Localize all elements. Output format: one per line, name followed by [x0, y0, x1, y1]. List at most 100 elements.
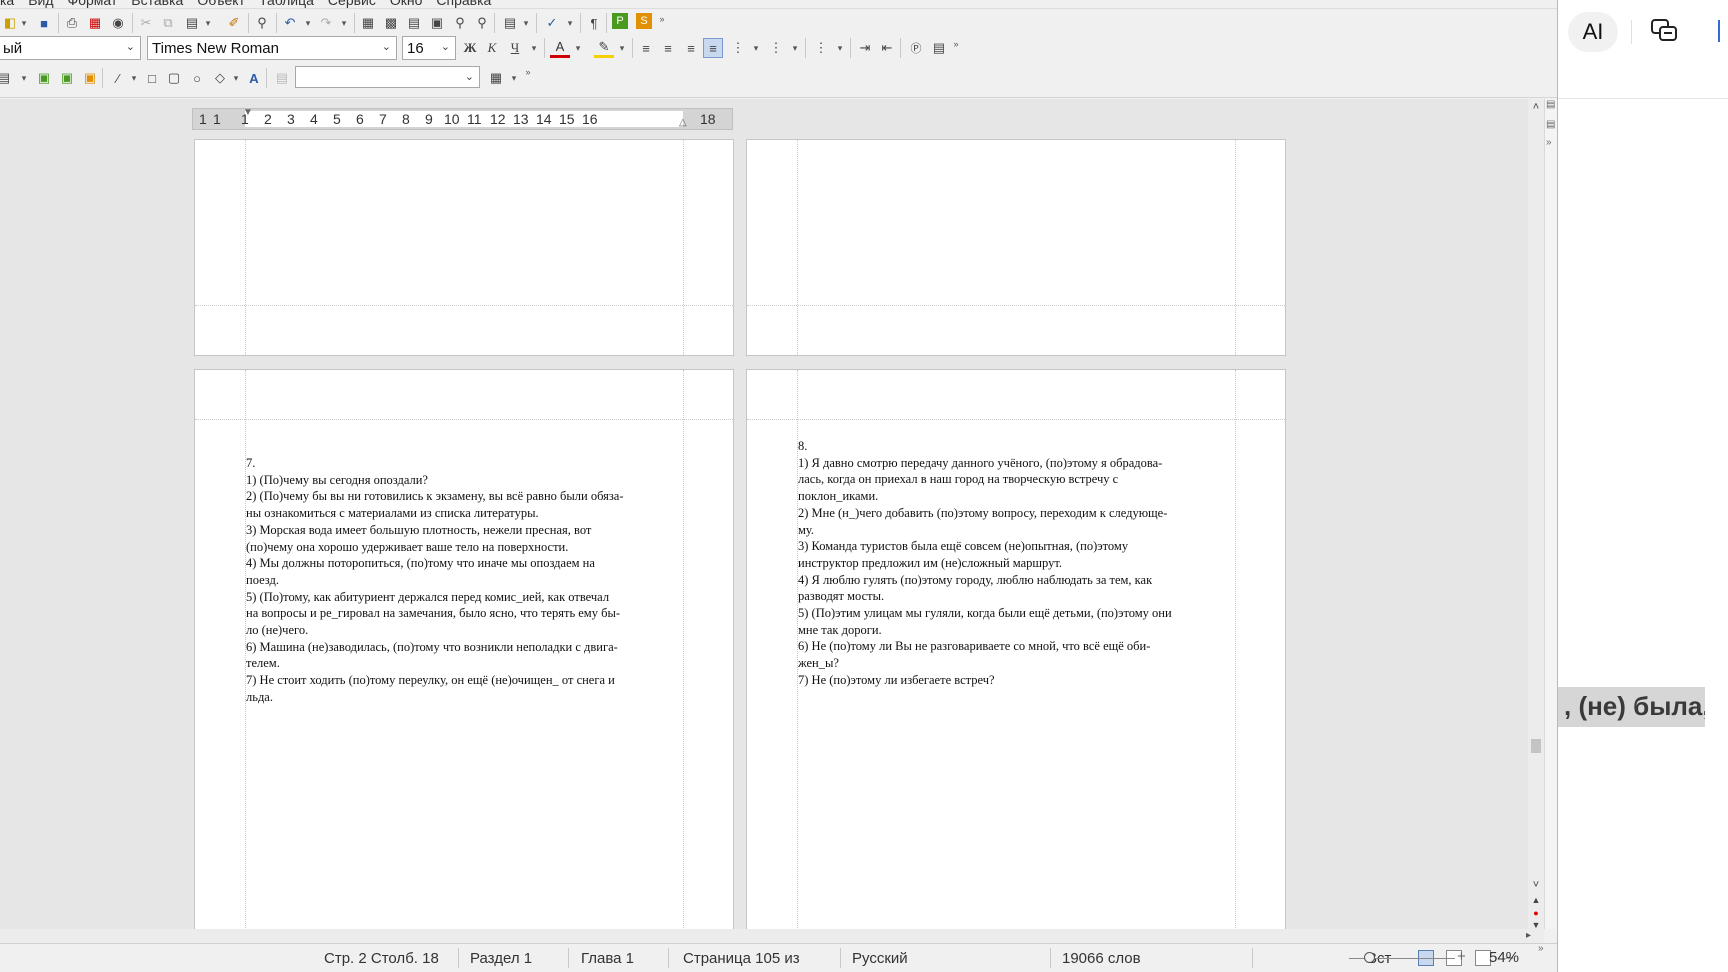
statusbar-overflow-icon[interactable]: » — [1538, 943, 1544, 954]
ellipse-icon[interactable]: ○ — [187, 68, 207, 88]
ordered-list-dropdown-arrow[interactable]: ▾ — [789, 38, 801, 58]
page-bottom-right[interactable]: 8. 1) Я давно смотрю передачу данного уч… — [746, 369, 1286, 929]
scrollbar-thumb[interactable] — [1531, 739, 1541, 753]
insert-frame-green-icon[interactable]: ▣ — [34, 68, 54, 88]
fontwork-icon[interactable]: A — [244, 68, 264, 88]
undo-icon[interactable]: ↶ — [280, 13, 300, 33]
scroll-down-icon[interactable]: ˅ — [1530, 879, 1542, 891]
zoom-in-icon[interactable]: + — [1457, 948, 1466, 965]
outline-list-icon[interactable]: ⋮ — [811, 38, 831, 58]
menu-item-edit[interactable]: ка — [0, 0, 14, 8]
zoom-icon[interactable]: ⚲ — [450, 13, 470, 33]
menu-item-view[interactable]: Вид — [28, 0, 53, 8]
menu-item-object[interactable]: Объект — [197, 0, 245, 8]
decrease-indent-icon[interactable]: ⇤ — [877, 38, 897, 58]
align-justify-icon[interactable]: ≡ — [703, 38, 723, 58]
status-language[interactable]: Русский — [852, 950, 908, 967]
zoom-page-icon[interactable]: ⚲ — [472, 13, 492, 33]
paragraph-style-combo[interactable]: ый ⌄ — [0, 36, 141, 60]
status-position[interactable]: Стр. 2 Столб. 18 — [324, 950, 439, 967]
copy-icon[interactable]: ⧉ — [158, 13, 178, 33]
redo-dropdown-arrow[interactable]: ▾ — [338, 13, 350, 33]
highlight-color-icon[interactable]: ✎ — [594, 38, 614, 58]
align-left-icon[interactable]: ≡ — [636, 38, 656, 58]
outline-dropdown-arrow[interactable]: ▾ — [834, 38, 846, 58]
page-top-left[interactable] — [194, 139, 734, 356]
right-indent-marker-icon[interactable]: △ — [679, 117, 687, 128]
sidebar-styles-icon[interactable]: ▤ — [1546, 119, 1557, 131]
undo-dropdown-arrow[interactable]: ▾ — [302, 13, 314, 33]
align-center-icon[interactable]: ≡ — [658, 38, 678, 58]
page-top-right[interactable] — [746, 139, 1286, 356]
zoom-percentage[interactable]: 54% — [1489, 949, 1519, 966]
page-body-text[interactable]: 7. 1) (По)чему вы сегодня опоздали? 2) (… — [246, 455, 683, 706]
toolbar-overflow-icon[interactable]: » — [656, 9, 668, 29]
sidebar-more-icon[interactable]: » — [1546, 137, 1557, 149]
underline-button[interactable]: Ч — [505, 38, 525, 58]
vertical-scrollbar[interactable]: ˄ ˅ ▲ ● ▼ — [1528, 99, 1544, 930]
insert-field-icon[interactable]: ▤ — [500, 13, 520, 33]
unordered-list-icon[interactable]: ⋮ — [728, 38, 748, 58]
scroll-right-icon[interactable]: ▸ — [1526, 930, 1531, 941]
bold-button[interactable]: Ж — [460, 38, 480, 58]
paragraph-dialog-icon[interactable]: ▤ — [929, 38, 949, 58]
basic-shapes-icon[interactable]: ◇ — [210, 68, 230, 88]
character-dialog-icon[interactable]: Ⓟ — [906, 38, 926, 58]
print-icon[interactable]: ⎙ — [62, 13, 82, 33]
style-name-combo[interactable]: ⌄ — [295, 66, 480, 88]
paste-icon[interactable]: ▤ — [182, 13, 202, 33]
document-canvas[interactable]: 1 1 1 2 3 4 5 6 7 8 9 10 11 12 13 14 15 … — [0, 99, 1538, 929]
toolbar-overflow-icon[interactable]: » — [950, 34, 962, 54]
insert-frame-orange-icon[interactable]: ▣ — [80, 68, 100, 88]
spellcheck-icon[interactable]: ✓ — [542, 13, 562, 33]
shapes-dropdown-arrow[interactable]: ▾ — [230, 68, 242, 88]
save-icon[interactable]: ■ — [34, 13, 54, 33]
app-icon[interactable] — [1718, 20, 1728, 42]
find-replace-icon[interactable]: ⚲ — [252, 13, 272, 33]
increase-indent-icon[interactable]: ⇥ — [855, 38, 875, 58]
cut-icon[interactable]: ✂ — [136, 13, 156, 33]
line-dropdown-arrow[interactable]: ▾ — [128, 68, 140, 88]
export-pdf-icon[interactable]: ▦ — [85, 13, 105, 33]
insert-field-dropdown-arrow[interactable]: ▾ — [520, 13, 532, 33]
chat-translate-icon[interactable] — [1650, 18, 1678, 44]
horizontal-scrollbar[interactable]: ▸ — [0, 929, 1544, 943]
page-body-text[interactable]: 8. 1) Я давно смотрю передачу данного уч… — [798, 438, 1235, 689]
plugin-s-icon[interactable]: S — [636, 13, 652, 29]
table-dropdown-arrow[interactable]: ▾ — [508, 68, 520, 88]
sidebar-properties-icon[interactable]: ▤ — [1546, 99, 1557, 111]
status-word-count[interactable]: 19066 слов — [1062, 950, 1141, 967]
zoom-slider-knob[interactable] — [1364, 952, 1375, 963]
page-bottom-left[interactable]: 7. 1) (По)чему вы сегодня опоздали? 2) (… — [194, 369, 734, 929]
font-color-icon[interactable]: A — [550, 38, 570, 58]
insert-textbox-icon[interactable]: ▣ — [427, 13, 447, 33]
insert-table-icon[interactable]: ▦ — [358, 13, 378, 33]
table-grid-icon[interactable]: ▦ — [486, 68, 506, 88]
open-dropdown-arrow[interactable]: ▾ — [18, 13, 30, 33]
horizontal-ruler[interactable]: 1 1 1 2 3 4 5 6 7 8 9 10 11 12 13 14 15 … — [192, 107, 733, 130]
font-name-combo[interactable]: Times New Roman ⌄ — [147, 36, 397, 60]
print-preview-icon[interactable]: ◉ — [108, 13, 128, 33]
toolbar-overflow-icon[interactable]: » — [522, 62, 534, 82]
draw-line-icon[interactable]: ∕ — [108, 68, 128, 88]
underline-dropdown-arrow[interactable]: ▾ — [528, 38, 540, 58]
menu-item-table[interactable]: Таблица — [259, 0, 314, 8]
formatting-marks-icon[interactable]: ¶ — [584, 13, 604, 33]
menu-item-insert[interactable]: Вставка — [131, 0, 183, 8]
plugin-p-icon[interactable]: P — [612, 13, 628, 29]
insert-frame-chart-icon[interactable]: ▣ — [57, 68, 77, 88]
highlight-dropdown-arrow[interactable]: ▾ — [616, 38, 628, 58]
open-folder-icon[interactable]: ◧ — [0, 13, 20, 33]
spellcheck-dropdown-arrow[interactable]: ▾ — [564, 13, 576, 33]
indent-marker-icon[interactable]: ▼ — [243, 107, 253, 118]
font-size-combo[interactable]: 16 ⌄ — [402, 36, 456, 60]
navigator-dot-icon[interactable]: ● — [1530, 907, 1542, 919]
ordered-list-icon[interactable]: ⋮ — [766, 38, 786, 58]
font-color-dropdown-arrow[interactable]: ▾ — [572, 38, 584, 58]
italic-button[interactable]: К — [482, 38, 502, 58]
ai-button[interactable]: AI — [1568, 12, 1618, 52]
align-right-icon[interactable]: ≡ — [681, 38, 701, 58]
menu-item-tools[interactable]: Сервис — [328, 0, 376, 8]
text-anchor-icon[interactable]: ▤ — [272, 68, 292, 88]
ole-dropdown-arrow[interactable]: ▾ — [18, 68, 30, 88]
